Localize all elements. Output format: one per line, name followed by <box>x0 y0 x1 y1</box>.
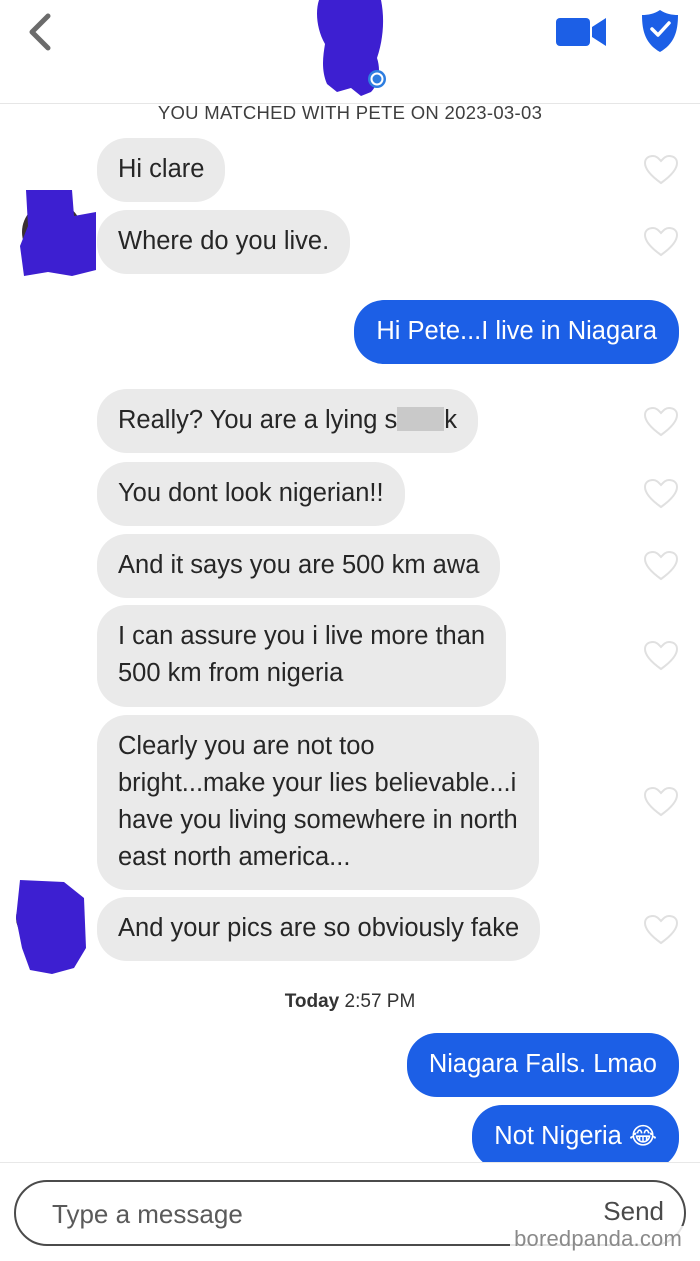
incoming-message[interactable]: And it says you are 500 km awa <box>97 534 501 598</box>
message-text: I can assure you i live more than 500 km… <box>118 622 486 687</box>
message-text: Hi clare <box>118 155 205 183</box>
sender-avatar[interactable] <box>12 186 98 278</box>
watermark-text: boredpanda.com <box>510 1226 686 1251</box>
incoming-message[interactable]: And your pics are so obviously fake <box>97 897 541 961</box>
heart-icon[interactable] <box>643 226 679 258</box>
send-button[interactable]: Send <box>603 1196 664 1227</box>
incoming-message[interactable]: Clearly you are not too bright...make yo… <box>97 715 539 890</box>
heart-icon[interactable] <box>643 550 679 582</box>
shield-icon[interactable] <box>640 8 680 54</box>
message-text: And it says you are 500 km awa <box>118 551 480 579</box>
outgoing-message[interactable]: Niagara Falls. Lmao <box>406 1033 679 1097</box>
timestamp-label: Today 2:57 PM <box>0 991 700 1013</box>
heart-icon[interactable] <box>643 478 679 510</box>
message-text: Hi Pete...I live in Niagara <box>376 317 657 345</box>
heart-icon[interactable] <box>643 640 679 672</box>
message-text-main: Not Nigeria <box>494 1122 622 1150</box>
message-text: Really? You are a lying s k <box>118 402 457 439</box>
incoming-message[interactable]: I can assure you i live more than 500 km… <box>97 605 507 707</box>
incoming-message[interactable]: Where do you live. <box>97 210 351 274</box>
message-text-start: Really? You are a lying s <box>118 406 398 434</box>
incoming-message[interactable]: Really? You are a lying s k <box>97 389 479 453</box>
heart-icon[interactable] <box>643 786 679 818</box>
laughing-emoji: 😂 <box>628 1122 657 1150</box>
watermark: boredpanda.com <box>510 1226 686 1252</box>
censor-block <box>397 407 445 431</box>
message-text: Niagara Falls. Lmao <box>428 1050 657 1078</box>
message-text-end: k <box>444 406 458 434</box>
chevron-left-icon[interactable] <box>18 10 62 54</box>
heart-icon[interactable] <box>643 406 679 438</box>
match-date-label: YOU MATCHED WITH PETE ON 2023-03-03 <box>157 102 543 123</box>
message-text: You dont look nigerian!! <box>118 479 384 507</box>
message-text: Not Nigeria 😂 <box>494 1118 657 1155</box>
chat-header <box>0 0 700 104</box>
heart-icon[interactable] <box>643 154 679 186</box>
sender-avatar[interactable] <box>12 878 86 974</box>
timestamp-day: Today <box>284 991 340 1012</box>
timestamp-time: 2:57 PM <box>344 991 416 1012</box>
incoming-message[interactable]: You dont look nigerian!! <box>97 462 405 526</box>
verified-badge-icon <box>368 70 386 88</box>
message-text: Where do you live. <box>118 227 330 255</box>
outgoing-message[interactable]: Not Nigeria 😂 <box>472 1105 679 1169</box>
message-text: Clearly you are not too bright...make yo… <box>118 732 518 871</box>
message-text: And your pics are so obviously fake <box>118 914 520 942</box>
video-camera-icon[interactable] <box>554 14 608 50</box>
incoming-message[interactable]: Hi clare <box>97 138 226 202</box>
outgoing-message[interactable]: Hi Pete...I live in Niagara <box>354 300 679 364</box>
heart-icon[interactable] <box>643 914 679 946</box>
message-input[interactable] <box>52 1194 472 1234</box>
